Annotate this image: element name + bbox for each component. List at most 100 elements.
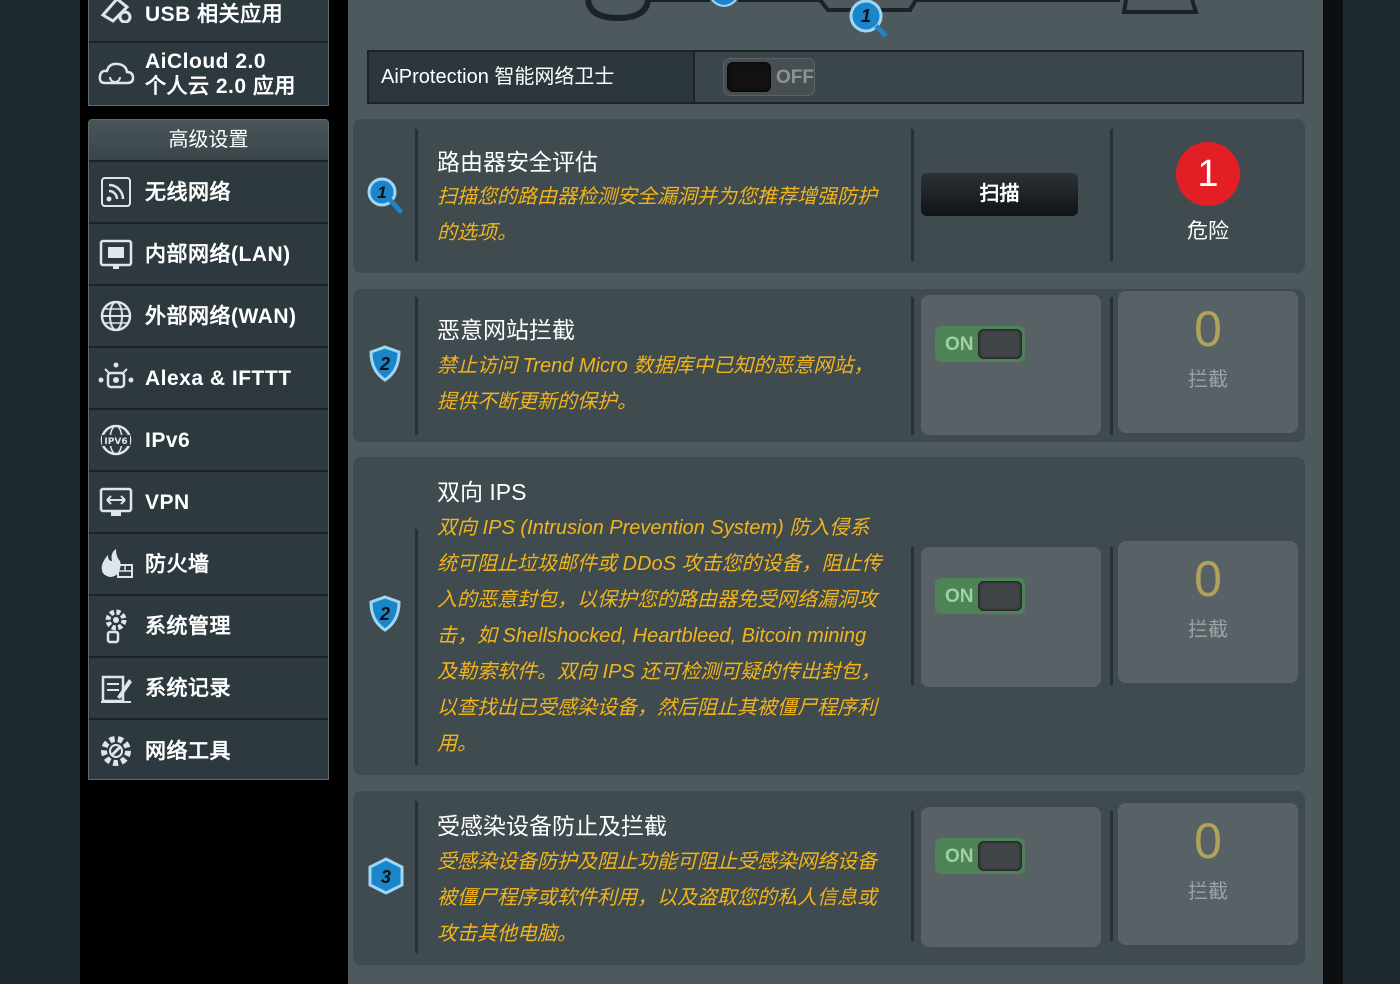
cloud-icon	[97, 55, 135, 93]
toggle-state-label: ON	[945, 586, 974, 607]
desc-line: 双向 IPS (Intrusion Prevention System) 防入侵…	[437, 517, 870, 539]
protection-stepper-graphic: 1	[585, 0, 1199, 38]
two-way-ips-count-box[interactable]: 0 拦截	[1118, 541, 1298, 683]
lan-icon	[97, 235, 135, 273]
two-way-ips-toggle[interactable]: ON	[934, 577, 1026, 615]
wireless-icon	[97, 173, 135, 211]
desc-line: 被僵尸程序或软件利用，以及盗取您的私人信息或	[437, 887, 877, 909]
risk-count-badge[interactable]: 1	[1176, 142, 1240, 206]
sidebar-item-alexa[interactable]: Alexa & IFTTT	[89, 348, 328, 410]
blocked-label: 拦截	[1188, 881, 1228, 903]
divider	[415, 129, 418, 261]
desc-line: 统可阻止垃圾邮件或 DDoS 攻击您的设备，阻止传	[437, 553, 882, 575]
ipv6-icon: IPV6	[97, 421, 135, 459]
cube-badge-icon: 3	[367, 857, 404, 895]
sidebar-item-label: 系统记录	[145, 676, 231, 700]
malicious-sites-count-box[interactable]: 0 拦截	[1118, 291, 1298, 433]
toggle-state-label: ON	[945, 334, 974, 355]
sidebar-item-vpn[interactable]: VPN	[89, 472, 328, 534]
sidebar-item-network-tools[interactable]: 网络工具	[89, 720, 328, 782]
sidebar-item-label: 外部网络(WAN)	[145, 304, 297, 328]
magnifier-badge-icon: 1	[367, 177, 403, 215]
sidebar-item-firewall[interactable]: 防火墙	[89, 534, 328, 596]
toggle-state-label: OFF	[776, 67, 814, 88]
divider	[415, 297, 418, 435]
scan-button[interactable]: 扫描	[921, 173, 1078, 216]
badge-number: 1	[377, 183, 386, 202]
malicious-sites-description: 禁止访问 Trend Micro 数据库中已知的恶意网站， 提供不断更新的保护。	[437, 348, 897, 420]
network-tools-icon	[97, 732, 135, 770]
blocked-label: 拦截	[1188, 369, 1228, 391]
divider	[911, 811, 914, 941]
sidebar-item-usb[interactable]: USB 相关应用	[89, 0, 328, 43]
sidebar-advanced-menu: 高级设置 无线网络 内部网络(LAN) 外部网络(WAN) Alexa & IF…	[88, 119, 329, 780]
malicious-sites-panel: 2 恶意网站拦截 禁止访问 Trend Micro 数据库中已知的恶意网站， 提…	[353, 289, 1305, 442]
sidebar-item-wan[interactable]: 外部网络(WAN)	[89, 286, 328, 348]
divider	[1110, 811, 1113, 941]
blocked-count: 0	[1194, 301, 1222, 357]
sidebar-item-system-log[interactable]: 系统记录	[89, 658, 328, 720]
divider	[1110, 547, 1113, 685]
infected-device-toggle-area: ON	[921, 807, 1101, 947]
desc-line: 入的恶意封包，以保护您的路由器免受网络漏洞攻	[437, 589, 877, 611]
infected-device-count-box[interactable]: 0 拦截	[1118, 803, 1298, 945]
sidebar-item-administration[interactable]: 系统管理	[89, 596, 328, 658]
firewall-icon	[97, 545, 135, 583]
desc-line: 扫描您的路由器检测安全漏洞并为您推荐增强防护	[437, 186, 877, 208]
badge-number: 2	[379, 354, 390, 374]
infected-device-title: 受感染设备防止及拦截	[437, 813, 667, 839]
desc-line: 禁止访问 Trend Micro 数据库中已知的恶意网站，	[437, 355, 874, 377]
step-dot-icon	[711, 0, 737, 7]
toggle-knob	[978, 329, 1022, 359]
sidebar-item-label: Alexa & IFTTT	[145, 366, 292, 390]
laptop-icon	[1121, 0, 1199, 14]
desc-line: 受感染设备防护及阻止功能可阻止受感染网络设备	[437, 851, 877, 873]
sidebar-item-aicloud[interactable]: AiCloud 2.0 个人云 2.0 应用	[89, 43, 328, 105]
risk-label: 危险	[1187, 220, 1229, 243]
divider	[415, 529, 418, 765]
desc-line: 提供不断更新的保护。	[437, 391, 637, 413]
router-security-panel: 1 路由器安全评估 扫描您的路由器检测安全漏洞并为您推荐增强防护 的选项。 扫描…	[353, 119, 1305, 273]
wan-globe-icon	[97, 297, 135, 335]
sidebar-item-wireless[interactable]: 无线网络	[89, 162, 328, 224]
sidebar-item-label: 系统管理	[145, 614, 231, 638]
divider	[1110, 297, 1113, 435]
infected-device-description: 受感染设备防护及阻止功能可阻止受感染网络设备 被僵尸程序或软件利用，以及盗取您的…	[437, 844, 897, 952]
blocked-count: 0	[1194, 813, 1222, 869]
desc-line: 击，如 Shellshocked, Heartbleed, Bitcoin mi…	[437, 625, 867, 647]
sidebar-item-lan[interactable]: 内部网络(LAN)	[89, 224, 328, 286]
usb-icon	[97, 0, 135, 27]
sidebar-item-label: 网络工具	[145, 739, 231, 763]
sidebar-item-label: IPv6	[145, 428, 191, 452]
toggle-state-label: ON	[945, 846, 974, 867]
two-way-ips-description: 双向 IPS (Intrusion Prevention System) 防入侵…	[437, 510, 897, 762]
malicious-sites-toggle-area: ON	[921, 295, 1101, 435]
toggle-knob	[727, 62, 771, 92]
aiprotection-toggle[interactable]: OFF	[723, 58, 815, 96]
aiprotection-bar: AiProtection 智能网络卫士 OFF	[367, 50, 1304, 104]
sidebar-top-menu: USB 相关应用 AiCloud 2.0 个人云 2.0 应用	[88, 0, 329, 106]
desc-line: 用。	[437, 733, 477, 755]
right-edge	[1323, 0, 1343, 984]
two-way-ips-title: 双向 IPS	[437, 479, 527, 505]
router-assessment-description: 扫描您的路由器检测安全漏洞并为您推荐增强防护 的选项。	[437, 179, 897, 251]
sidebar-item-label: 防火墙	[145, 552, 210, 576]
infected-device-toggle[interactable]: ON	[934, 837, 1026, 875]
divider	[1110, 129, 1113, 261]
badge-number: 2	[379, 604, 390, 624]
two-way-ips-panel: 2 双向 IPS 双向 IPS (Intrusion Prevention Sy…	[353, 457, 1305, 775]
malicious-sites-title: 恶意网站拦截	[437, 317, 575, 343]
alexa-icon	[97, 359, 135, 397]
blocked-count: 0	[1194, 551, 1222, 607]
sidebar-item-label: 内部网络(LAN)	[145, 242, 291, 266]
malicious-sites-toggle[interactable]: ON	[934, 325, 1026, 363]
aiprotection-title: AiProtection 智能网络卫士	[369, 52, 695, 102]
two-way-ips-toggle-area: ON	[921, 547, 1101, 687]
divider	[415, 801, 418, 953]
aicloud-label-line1: AiCloud 2.0	[145, 50, 267, 73]
badge-number: 3	[381, 867, 391, 887]
sidebar-item-ipv6[interactable]: IPV6 IPv6	[89, 410, 328, 472]
log-icon	[97, 669, 135, 707]
infected-device-panel: 3 受感染设备防止及拦截 受感染设备防护及阻止功能可阻止受感染网络设备 被僵尸程…	[353, 791, 1305, 965]
shield-badge-icon: 2	[367, 595, 403, 633]
